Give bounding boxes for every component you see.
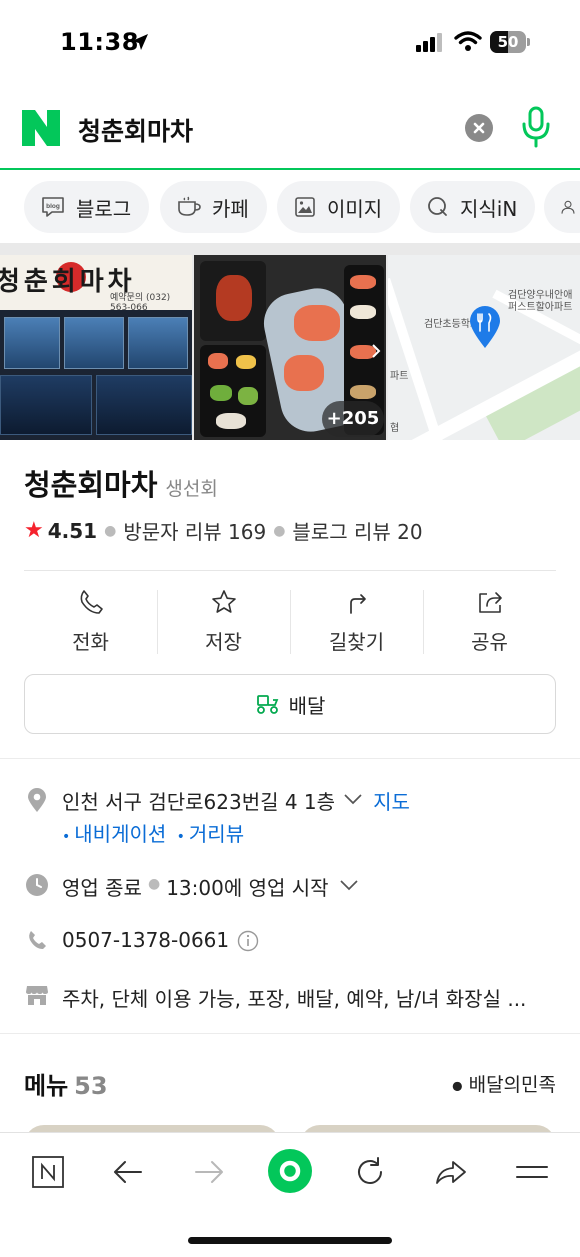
refresh-icon[interactable] <box>353 1155 387 1189</box>
gallery-next-chevron-icon[interactable] <box>370 343 382 359</box>
location-arrow-icon <box>132 34 148 50</box>
info-circle-icon[interactable] <box>237 930 259 952</box>
chip-label: 카페 <box>212 196 249 221</box>
chevron-down-icon <box>339 880 358 891</box>
directions-icon <box>349 594 366 614</box>
share-button[interactable]: 공유 <box>423 588 556 658</box>
chip-cafe[interactable]: 카페 <box>160 181 267 233</box>
call-label: 전화 <box>72 630 109 654</box>
naver-home-icon[interactable] <box>31 1155 65 1189</box>
microphone-icon[interactable] <box>520 106 552 148</box>
amenities-text: 주차, 단체 이용 가능, 포장, 배달, 예약, 남/녀 화장실 ... <box>62 987 527 1011</box>
storefront-sign-phone: 예약문의 (032) 563-066 <box>110 293 171 313</box>
battery-indicator: 50 <box>490 31 530 53</box>
cafe-cup-icon <box>178 196 201 216</box>
map-label-partial: 파트 <box>390 371 409 382</box>
call-button[interactable]: 전화 <box>24 588 157 658</box>
chip-label: 블로그 <box>76 196 132 221</box>
address-sub-links: • 내비게이션 • 거리뷰 <box>62 822 245 846</box>
svg-text:blog: blog <box>46 203 60 210</box>
blog-reviews-link[interactable]: 블로그 리뷰 20 <box>292 516 422 545</box>
delivery-label: 배달 <box>288 693 326 718</box>
battery-percent: 50 <box>497 33 519 51</box>
menu-hamburger-icon[interactable] <box>514 1155 550 1189</box>
restaurant-pin-icon <box>470 306 500 348</box>
directions-label: 길찾기 <box>328 630 385 654</box>
place-header: 청춘회마차 생선회 <box>24 462 218 504</box>
store-icon <box>26 986 48 1005</box>
forward-arrow-icon[interactable] <box>192 1155 226 1189</box>
home-indicator <box>188 1237 392 1244</box>
map-thumbnail[interactable]: 검단초등학교 검단양우내안애 퍼스트할아파트 파트 협 <box>388 255 580 440</box>
share-arrow-icon[interactable] <box>433 1155 469 1189</box>
phone-number: 0507-1378-0661 <box>62 928 230 952</box>
phone-row[interactable]: 0507-1378-0661 <box>24 928 259 952</box>
street-view-link[interactable]: 거리뷰 <box>189 822 244 846</box>
menu-source-label: 배달의민족 <box>468 1074 556 1096</box>
image-icon <box>295 197 315 217</box>
search-bar: 청춘회마차 <box>0 90 580 170</box>
back-arrow-icon[interactable] <box>111 1155 145 1189</box>
share-label: 공유 <box>471 630 508 654</box>
save-label: 저장 <box>205 630 242 654</box>
delivery-button[interactable]: 배달 <box>24 674 556 734</box>
phone-filled-icon <box>29 931 46 949</box>
amenities-row[interactable]: 주차, 단체 이용 가능, 포장, 배달, 예약, 남/녀 화장실 ... <box>24 983 526 1012</box>
chevron-down-icon[interactable] <box>343 793 363 805</box>
share-icon <box>478 592 502 613</box>
delivery-scooter-icon <box>256 695 278 714</box>
navigation-link[interactable]: 내비게이션 <box>74 822 166 846</box>
blog-icon: blog <box>42 197 64 217</box>
location-pin-icon <box>28 788 46 812</box>
save-button[interactable]: 저장 <box>157 588 290 658</box>
chip-images[interactable]: 이미지 <box>277 181 401 233</box>
photo-more-count[interactable]: +205 <box>322 401 384 437</box>
clear-search-button[interactable] <box>465 114 493 142</box>
map-label-apartment: 검단양우내안애 퍼스트할아파트 <box>508 290 573 313</box>
address-text: 인천 서구 검단로623번길 4 1층 <box>62 790 336 814</box>
storefront-photo[interactable]: 청춘회마차 예약문의 (032) 563-066 <box>0 255 192 440</box>
chip-person[interactable] <box>544 181 580 233</box>
map-link[interactable]: 지도 <box>373 786 410 815</box>
green-dot-home-icon[interactable] <box>267 1148 313 1194</box>
section-divider <box>0 1033 580 1034</box>
hours-detail: 13:00에 영업 시작 <box>166 876 329 900</box>
status-bar: 11:38 50 <box>0 0 580 90</box>
cellular-signal-icon <box>416 33 442 52</box>
status-time: 11:38 <box>60 28 139 56</box>
section-divider <box>0 758 580 759</box>
rating-score: 4.51 <box>47 518 98 543</box>
divider <box>24 570 556 571</box>
phone-icon <box>80 590 103 614</box>
search-category-chips: blog 블로그 카페 이미지 지식iN <box>0 170 580 242</box>
naver-logo-icon[interactable] <box>22 110 60 146</box>
menu-title: 메뉴 <box>24 1072 69 1100</box>
address-row: 인천 서구 검단로623번길 4 1층 지도 <box>24 786 410 815</box>
place-name: 청춘회마차 <box>24 468 158 502</box>
chip-blog[interactable]: blog 블로그 <box>24 181 150 233</box>
star-outline-icon <box>211 590 236 613</box>
hours-status: 영업 종료 <box>62 876 142 900</box>
menu-source[interactable]: ● 배달의민족 <box>452 1070 556 1097</box>
photo-gallery: 청춘회마차 예약문의 (032) 563-066 검단초등학교 검단양우내안애 … <box>0 243 580 440</box>
search-input[interactable]: 청춘회마차 <box>78 112 193 148</box>
close-icon <box>473 122 485 134</box>
knowledge-q-icon <box>428 197 447 216</box>
place-category: 생선회 <box>165 478 218 500</box>
hours-row[interactable]: 영업 종료 ● 13:00에 영업 시작 <box>24 872 359 901</box>
menu-header: 메뉴 53 <box>24 1066 108 1101</box>
clock-icon <box>26 874 48 896</box>
directions-button[interactable]: 길찾기 <box>290 588 423 658</box>
chip-label: 지식iN <box>460 196 518 221</box>
visitor-reviews-link[interactable]: 방문자 리뷰 169 <box>123 516 266 545</box>
menu-count: 53 <box>74 1072 108 1100</box>
map-label-partial-2: 협 <box>390 423 400 434</box>
wifi-icon <box>454 31 482 51</box>
rating-row: ★ 4.51 ● 방문자 리뷰 169 ● 블로그 리뷰 20 <box>24 516 423 545</box>
chip-knowledge[interactable]: 지식iN <box>410 181 536 233</box>
chip-label: 이미지 <box>327 196 383 221</box>
action-row: 전화 저장 길찾기 공유 <box>24 588 556 658</box>
person-icon <box>561 200 575 214</box>
star-icon: ★ <box>24 518 44 543</box>
